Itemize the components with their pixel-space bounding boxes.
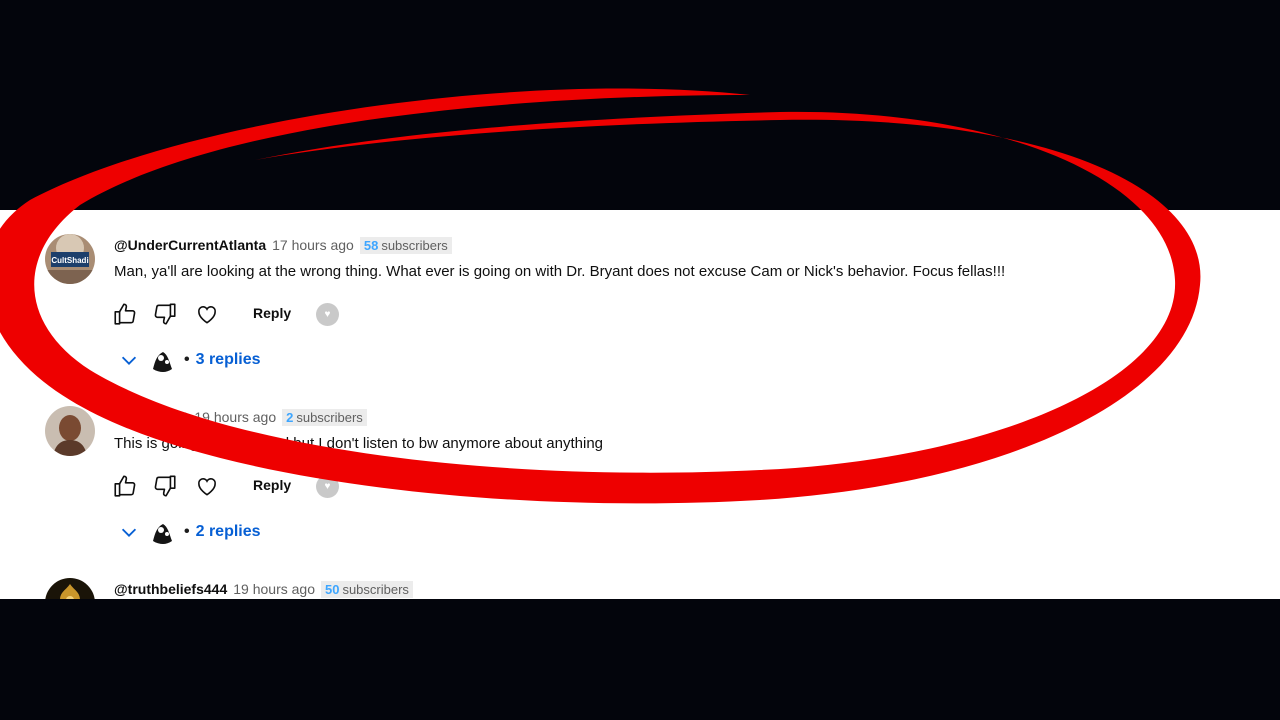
avatar[interactable]: CultShadi: [45, 234, 95, 284]
separator-dot: •: [184, 523, 190, 540]
comment-header: @truthbeliefs444 19 hours ago 50 subscri…: [114, 578, 413, 599]
replies-count[interactable]: 3 replies: [196, 351, 261, 369]
subscriber-count: 50: [324, 581, 340, 597]
comment-header: @UnderCurrentAtlanta 17 hours ago 58 sub…: [114, 234, 452, 256]
subscriber-badge: 2 subscribers: [282, 408, 367, 426]
creator-heart-badge: ♥: [316, 303, 339, 326]
author-name[interactable]: @UnderCurrentAtlanta: [114, 237, 266, 253]
comment-text: Man, ya'll are looking at the wrong thin…: [114, 263, 1006, 280]
avatar[interactable]: [45, 578, 95, 599]
thumbs-down-icon[interactable]: [152, 301, 178, 327]
heart-icon[interactable]: [194, 301, 220, 327]
separator-dot: •: [184, 351, 190, 368]
reply-avatar: [149, 346, 177, 374]
subscriber-badge: 50 subscribers: [320, 580, 413, 598]
timestamp[interactable]: 19 hours ago: [194, 409, 276, 425]
subscriber-label: subscribers: [342, 581, 409, 597]
chevron-down-icon: [121, 528, 137, 537]
subscriber-label: subscribers: [296, 409, 363, 425]
avatar-logo-text: CultShadi: [51, 256, 88, 265]
reply-button[interactable]: Reply: [253, 305, 291, 321]
subscriber-count: 2: [286, 409, 294, 425]
view-replies-button[interactable]: • 2 replies: [118, 515, 261, 549]
reply-button[interactable]: Reply: [253, 477, 291, 493]
heart-icon[interactable]: [194, 473, 220, 499]
reply-avatar: [149, 518, 177, 546]
author-name[interactable]: @truthbeliefs444: [114, 581, 227, 597]
author-name[interactable]: @vcreed79: [114, 409, 188, 425]
comment-actions: Reply ♥: [112, 299, 352, 329]
chevron-down-icon: [121, 356, 137, 365]
comment-actions: Reply ♥: [112, 471, 352, 501]
comments-panel: CultShadi @UnderCurrentAtlanta 17 hours …: [0, 210, 1280, 599]
timestamp[interactable]: 17 hours ago: [272, 237, 354, 253]
timestamp[interactable]: 19 hours ago: [233, 581, 315, 597]
avatar[interactable]: [45, 406, 95, 456]
replies-count[interactable]: 2 replies: [196, 523, 261, 541]
thumbs-up-icon[interactable]: [112, 301, 138, 327]
view-replies-button[interactable]: • 3 replies: [118, 343, 261, 377]
comment-text: This is going to sound bad but I don't l…: [114, 435, 604, 452]
thumbs-down-icon[interactable]: [152, 473, 178, 499]
subscriber-badge: 58 subscribers: [359, 236, 452, 254]
subscriber-count: 58: [363, 237, 379, 253]
subscriber-label: subscribers: [381, 237, 448, 253]
thumbs-up-icon[interactable]: [112, 473, 138, 499]
creator-heart-badge: ♥: [316, 475, 339, 498]
comment-header: @vcreed79 19 hours ago 2 subscribers: [114, 406, 367, 428]
